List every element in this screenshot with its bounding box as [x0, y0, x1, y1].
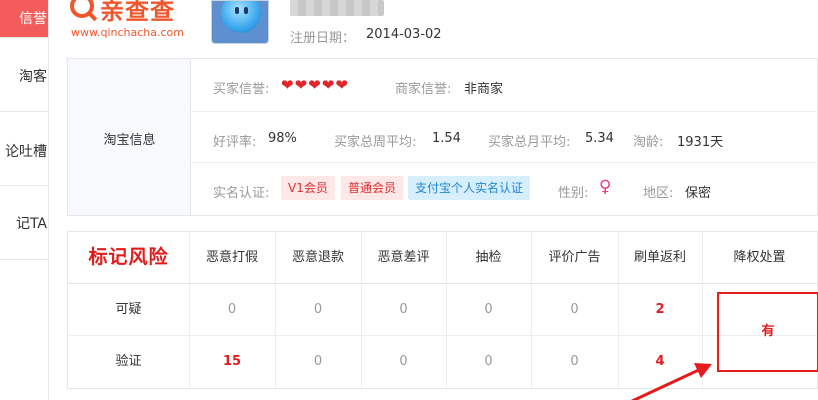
annotation-arrow-icon: [630, 363, 712, 400]
